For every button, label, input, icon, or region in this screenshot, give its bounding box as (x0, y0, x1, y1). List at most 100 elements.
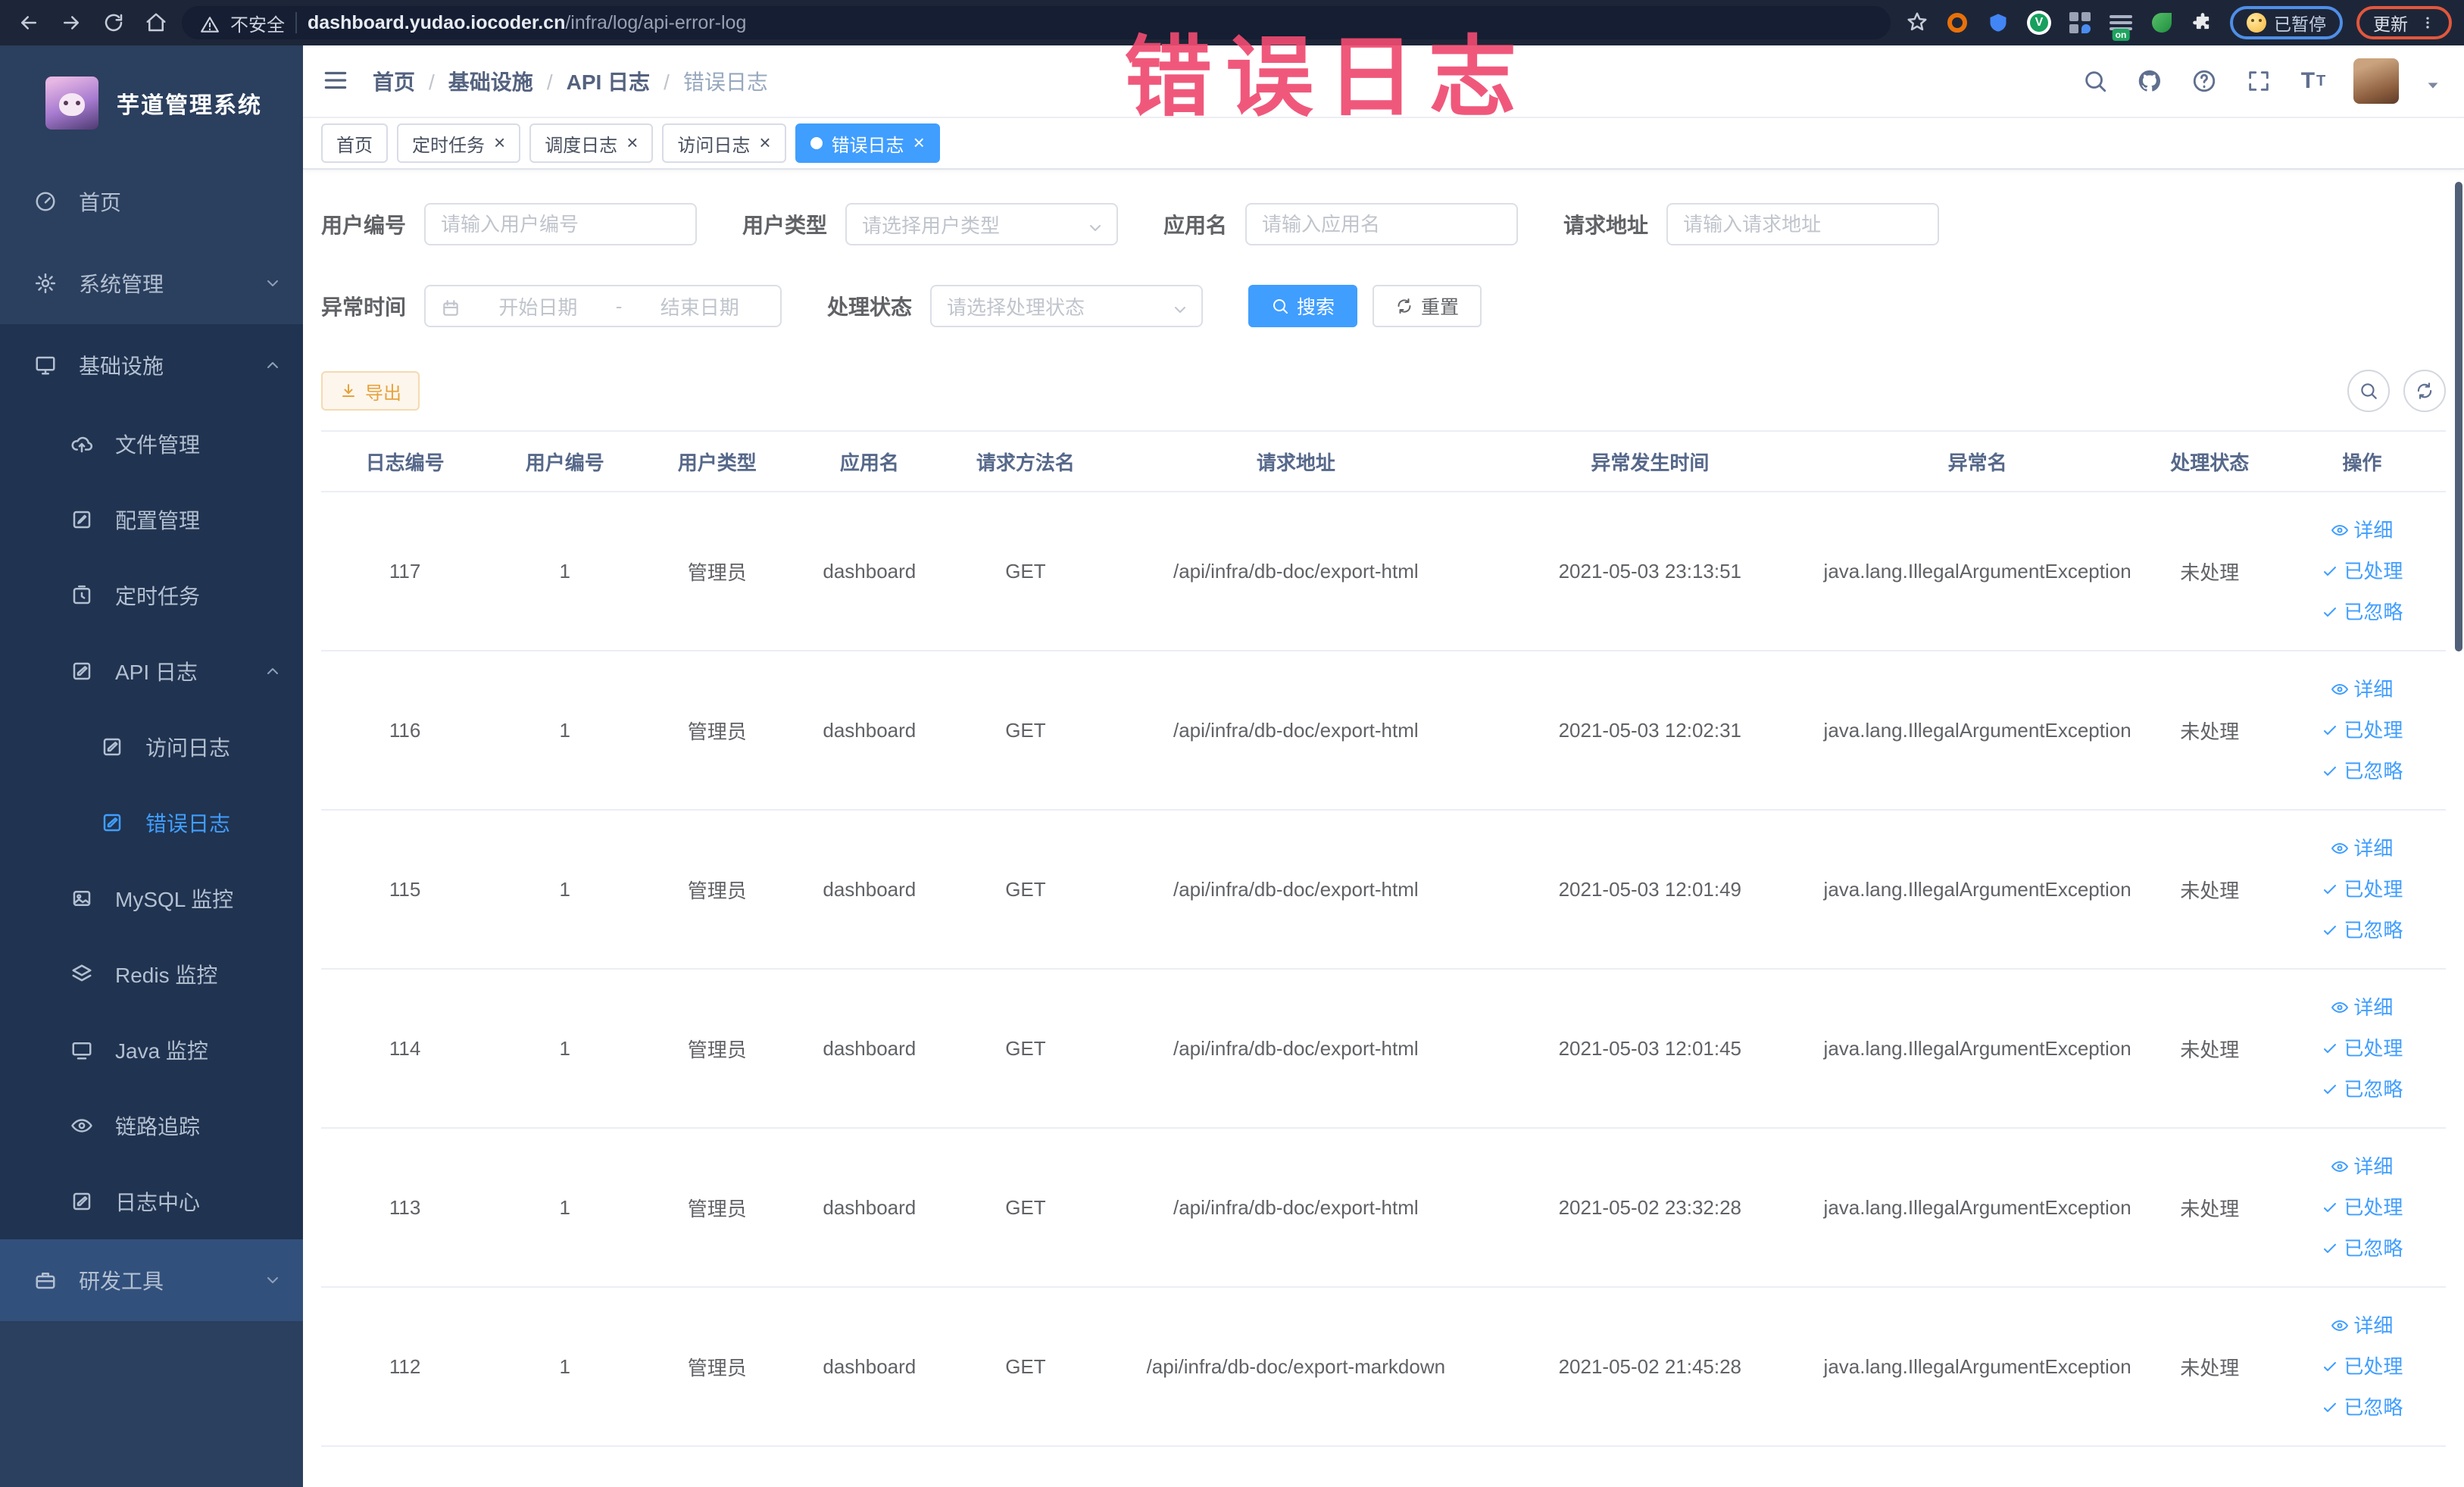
breadcrumb-item[interactable]: API 日志 (567, 66, 670, 96)
sidebar-item[interactable]: MySQL 监控 (0, 861, 303, 936)
sidebar-item[interactable]: 研发工具 (0, 1239, 303, 1321)
user-id-input[interactable] (424, 203, 698, 245)
font-size-icon[interactable] (2299, 67, 2328, 95)
sidebar-item[interactable]: 首页 (0, 161, 303, 242)
reload-icon[interactable] (97, 6, 130, 39)
sidebar-item[interactable]: API 日志 (0, 633, 303, 709)
app-name-input[interactable] (1245, 203, 1519, 245)
close-icon[interactable] (494, 133, 505, 155)
extension-orange-icon[interactable] (1944, 9, 1971, 36)
mark-ignored-link[interactable]: 已忽略 (2278, 751, 2446, 792)
extension-leaf-icon[interactable] (2148, 9, 2175, 36)
gear-icon (33, 271, 58, 295)
refresh-icon (1395, 297, 1413, 315)
start-date-placeholder[interactable]: 开始日期 (473, 292, 604, 320)
cell-method: GET (945, 1287, 1106, 1447)
end-date-placeholder[interactable]: 结束日期 (634, 292, 765, 320)
search-icon[interactable] (2081, 67, 2110, 95)
mark-processed-link[interactable]: 已处理 (2278, 1028, 2446, 1069)
close-icon[interactable] (759, 133, 770, 155)
sidebar-item[interactable]: 文件管理 (0, 406, 303, 482)
address-bar[interactable]: 不安全 dashboard.yudao.iocoder.cn/infra/log… (182, 6, 1891, 39)
eye-icon (2331, 521, 2349, 539)
export-button[interactable]: 导出 (321, 371, 420, 411)
user-avatar[interactable] (2353, 58, 2399, 104)
close-icon[interactable] (626, 133, 638, 155)
sidebar-item[interactable]: 日志中心 (0, 1164, 303, 1239)
detail-link[interactable]: 详细 (2278, 1146, 2446, 1187)
refresh-table-button[interactable] (2403, 370, 2446, 412)
mark-ignored-link[interactable]: 已忽略 (2278, 592, 2446, 633)
table-toolbar: 导出 (303, 367, 2464, 412)
detail-link[interactable]: 详细 (2278, 510, 2446, 551)
breadcrumb-item[interactable]: 基础设施 (448, 66, 553, 96)
app-logo-row[interactable]: 芋道管理系统 (0, 45, 303, 161)
cell-method: GET (945, 651, 1106, 811)
extension-grid-icon[interactable] (2066, 9, 2094, 36)
detail-link[interactable]: 详细 (2278, 1305, 2446, 1346)
extension-green-v-icon[interactable]: V (2025, 9, 2053, 36)
sidebar-item[interactable]: 基础设施 (0, 324, 303, 406)
extensions-puzzle-icon[interactable] (2189, 9, 2216, 36)
fullscreen-icon[interactable] (2244, 67, 2273, 95)
help-icon[interactable] (2190, 67, 2219, 95)
detail-link[interactable]: 详细 (2278, 828, 2446, 869)
mark-processed-link[interactable]: 已处理 (2278, 1346, 2446, 1387)
browser-update-button[interactable]: 更新 (2356, 6, 2452, 39)
cell-status: 未处理 (2141, 969, 2278, 1129)
github-icon[interactable] (2135, 67, 2164, 95)
extension-on-badge-icon[interactable]: on (2107, 9, 2135, 41)
mark-ignored-link[interactable]: 已忽略 (2278, 910, 2446, 951)
cell-app-name: dashboard (793, 651, 946, 811)
page-scrollbar-thumb[interactable] (2455, 182, 2462, 651)
sidebar-item[interactable]: 错误日志 (0, 785, 303, 861)
mark-processed-link[interactable]: 已处理 (2278, 1187, 2446, 1228)
view-tab[interactable]: 定时任务 (397, 123, 521, 163)
mark-ignored-link[interactable]: 已忽略 (2278, 1228, 2446, 1269)
mark-ignored-link[interactable]: 已忽略 (2278, 1069, 2446, 1110)
view-tab[interactable]: 访问日志 (662, 123, 786, 163)
eye-icon (2331, 1317, 2349, 1335)
sidebar-item-label: 链路追踪 (115, 1115, 201, 1139)
table-body: 117 1 管理员 dashboard GET /api/infra/db-do… (321, 492, 2446, 1447)
sidebar: 芋道管理系统 首页 系统管理 基础设施 文件管理 配置管理 定时任务 API 日… (0, 45, 303, 1487)
request-url-input[interactable] (1666, 203, 1940, 245)
view-tab[interactable]: 错误日志 (795, 123, 940, 163)
sidebar-item[interactable]: 链路追踪 (0, 1088, 303, 1164)
cell-app-name: dashboard (793, 1128, 946, 1288)
sidebar-item[interactable]: Redis 监控 (0, 936, 303, 1012)
detail-link[interactable]: 详细 (2278, 987, 2446, 1028)
toggle-search-button[interactable] (2347, 370, 2390, 412)
mark-ignored-link[interactable]: 已忽略 (2278, 1387, 2446, 1428)
reset-button[interactable]: 重置 (1373, 285, 1482, 327)
avatar-caret-down-icon[interactable] (2425, 72, 2443, 90)
detail-link[interactable]: 详细 (2278, 669, 2446, 710)
sidebar-item[interactable]: 配置管理 (0, 482, 303, 558)
date-range-picker[interactable]: 开始日期 - 结束日期 (424, 285, 782, 327)
user-type-select[interactable]: 请选择用户类型 (845, 203, 1119, 245)
cell-request-url: /api/infra/db-doc/export-html (1105, 651, 1487, 811)
search-button[interactable]: 搜索 (1248, 285, 1358, 327)
profile-paused-badge[interactable]: 已暂停 (2230, 6, 2343, 39)
check-icon (2321, 1398, 2339, 1417)
process-status-select[interactable]: 请选择处理状态 (930, 285, 1204, 327)
sidebar-item[interactable]: Java 监控 (0, 1012, 303, 1088)
view-tab[interactable]: 首页 (321, 123, 388, 163)
view-tab[interactable]: 调度日志 (529, 123, 654, 163)
forward-icon[interactable] (55, 6, 88, 39)
home-icon[interactable] (139, 6, 173, 39)
sidebar-collapse-icon[interactable] (321, 66, 351, 96)
bookmark-star-icon[interactable] (1906, 11, 1930, 35)
back-icon[interactable] (12, 6, 45, 39)
close-icon[interactable] (913, 133, 925, 155)
sidebar-item[interactable]: 定时任务 (0, 558, 303, 633)
sidebar-item[interactable]: 访问日志 (0, 709, 303, 785)
breadcrumb-item[interactable]: 首页 (373, 66, 435, 96)
browser-menu-kebab-icon[interactable] (2420, 12, 2435, 33)
mark-processed-link[interactable]: 已处理 (2278, 710, 2446, 751)
mark-processed-link[interactable]: 已处理 (2278, 869, 2446, 910)
chevron-icon (264, 274, 282, 292)
mark-processed-link[interactable]: 已处理 (2278, 551, 2446, 592)
sidebar-item[interactable]: 系统管理 (0, 242, 303, 324)
extension-shield-icon[interactable] (1985, 9, 2012, 36)
